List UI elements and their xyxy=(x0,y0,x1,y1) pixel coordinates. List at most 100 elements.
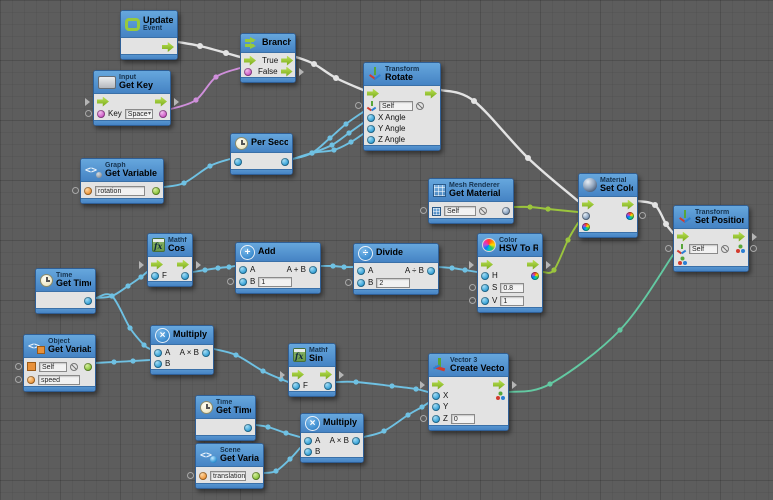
flow-port-in[interactable] xyxy=(367,89,379,99)
value-field[interactable]: Self xyxy=(444,206,476,216)
node-hsv-to-rgb[interactable]: ColorHSV To RGBHS0.8V1 xyxy=(477,233,543,313)
node-create-vector3[interactable]: Vector 3Create Vector 3XYZ0 xyxy=(428,353,509,431)
mat-port-out[interactable] xyxy=(502,207,510,215)
num-port-in[interactable] xyxy=(432,403,440,411)
flow-port-in[interactable] xyxy=(582,200,594,210)
value-field[interactable]: translation xyxy=(210,471,246,481)
flow-port-out[interactable] xyxy=(281,67,293,77)
num-port-in[interactable] xyxy=(367,136,375,144)
node-get-time-bottom[interactable]: TimeGet Time xyxy=(195,395,256,441)
flow-port-in[interactable] xyxy=(292,370,304,380)
flow-port-out[interactable] xyxy=(733,232,745,242)
color-port-out[interactable] xyxy=(626,212,634,220)
flow-port-out[interactable] xyxy=(177,260,189,270)
wire[interactable] xyxy=(96,294,150,349)
wire[interactable] xyxy=(178,42,240,57)
node-per-second[interactable]: Per Second xyxy=(230,133,293,175)
num-port-in[interactable] xyxy=(481,284,489,292)
flow-port-out[interactable] xyxy=(425,89,437,99)
node-get-time-top[interactable]: TimeGet Time xyxy=(35,268,96,314)
color-port-out[interactable] xyxy=(531,272,539,280)
num-port-in[interactable] xyxy=(357,267,365,275)
num-port-in[interactable] xyxy=(357,279,365,287)
str-port-in[interactable] xyxy=(27,376,35,384)
num-port-in[interactable] xyxy=(151,272,159,280)
node-get-variable-speed[interactable]: <>ObjectGet VariableSelfspeed xyxy=(23,334,96,392)
num-port-out[interactable] xyxy=(352,437,360,445)
wire[interactable] xyxy=(164,159,230,187)
value-field[interactable]: speed xyxy=(38,375,80,385)
num-port-in[interactable] xyxy=(154,349,162,357)
num-port-in[interactable] xyxy=(304,448,312,456)
bool-port-in[interactable] xyxy=(244,68,252,76)
num-port-out[interactable] xyxy=(84,297,92,305)
value-field[interactable]: 0.8 xyxy=(500,283,524,293)
num-port-in[interactable] xyxy=(292,382,300,390)
flow-port-out[interactable] xyxy=(622,200,634,210)
any-port-out[interactable] xyxy=(252,472,260,480)
value-field[interactable]: 0 xyxy=(451,414,475,424)
flow-port-out[interactable] xyxy=(281,56,293,66)
vector3-port-out[interactable] xyxy=(735,244,745,254)
node-add[interactable]: +AddAA + BB1 xyxy=(235,242,321,294)
num-port-out[interactable] xyxy=(427,267,435,275)
mat-port-in[interactable] xyxy=(582,212,590,220)
num-port-in[interactable] xyxy=(432,392,440,400)
value-field[interactable]: Space xyxy=(125,109,153,119)
wire[interactable] xyxy=(321,266,353,267)
node-get-variable-translation[interactable]: <>SceneGet Variabletranslation xyxy=(195,443,264,489)
wire[interactable] xyxy=(364,403,428,437)
wire[interactable] xyxy=(256,425,300,437)
value-field[interactable]: 2 xyxy=(376,278,410,288)
num-port-in[interactable] xyxy=(481,297,489,305)
value-field[interactable]: Self xyxy=(39,362,67,372)
flow-port-out[interactable] xyxy=(320,370,332,380)
wire[interactable] xyxy=(96,360,150,363)
num-port-in[interactable] xyxy=(432,415,440,423)
num-port-in[interactable] xyxy=(367,114,375,122)
any-port-out[interactable] xyxy=(84,363,92,371)
any-port-out[interactable] xyxy=(152,187,160,195)
null-toggle-icon[interactable] xyxy=(721,245,729,253)
vector3-port-in[interactable] xyxy=(677,256,687,266)
num-port-in[interactable] xyxy=(239,278,247,286)
num-port-out[interactable] xyxy=(244,424,252,432)
value-field[interactable]: Self xyxy=(379,101,413,111)
num-port-in[interactable] xyxy=(234,158,242,166)
node-branch[interactable]: BranchTrueFalse xyxy=(240,33,296,83)
flow-port-in[interactable] xyxy=(97,97,109,107)
value-field[interactable]: 1 xyxy=(258,277,292,287)
graph-canvas[interactable]: UpdateEventBranchTrueFalseInputGet KeyKe… xyxy=(0,0,773,500)
num-port-out[interactable] xyxy=(202,349,210,357)
flow-port-out[interactable] xyxy=(527,260,539,270)
num-port-in[interactable] xyxy=(239,266,247,274)
node-sin[interactable]: fxMathfSinF xyxy=(288,343,336,397)
node-set-color[interactable]: MaterialSet Color xyxy=(578,173,638,238)
num-port-out[interactable] xyxy=(181,272,189,280)
node-multiply-mid[interactable]: ×MultiplyAA × BB xyxy=(150,325,214,375)
wire[interactable] xyxy=(296,57,363,90)
wire[interactable] xyxy=(264,448,300,473)
node-get-material[interactable]: Mesh RendererGet MaterialSelf xyxy=(428,178,514,224)
node-get-variable-rotation[interactable]: <>GraphGet Variablerotation xyxy=(80,158,164,204)
color-port-in[interactable] xyxy=(582,223,590,231)
node-update-event[interactable]: UpdateEvent xyxy=(120,10,178,60)
flow-port-in[interactable] xyxy=(432,380,444,390)
num-port-in[interactable] xyxy=(304,437,312,445)
node-multiply-bottom[interactable]: ×MultiplyAA × BB xyxy=(300,413,364,463)
num-port-out[interactable] xyxy=(324,382,332,390)
node-rotate[interactable]: TransformRotateSelfX AngleY AngleZ Angle xyxy=(363,62,441,151)
null-toggle-icon[interactable] xyxy=(479,207,487,215)
flow-port-out[interactable] xyxy=(162,42,174,52)
num-port-out[interactable] xyxy=(309,266,317,274)
wire[interactable] xyxy=(214,349,288,382)
wire[interactable] xyxy=(171,68,240,109)
num-port-in[interactable] xyxy=(154,360,162,368)
value-field[interactable]: rotation xyxy=(95,186,145,196)
node-set-position[interactable]: TransformSet PositionSelf xyxy=(673,205,749,272)
null-toggle-icon[interactable] xyxy=(70,363,78,371)
flow-port-in[interactable] xyxy=(244,56,256,66)
num-port-in[interactable] xyxy=(481,272,489,280)
flow-port-in[interactable] xyxy=(151,260,163,270)
str-port-in[interactable] xyxy=(84,187,92,195)
